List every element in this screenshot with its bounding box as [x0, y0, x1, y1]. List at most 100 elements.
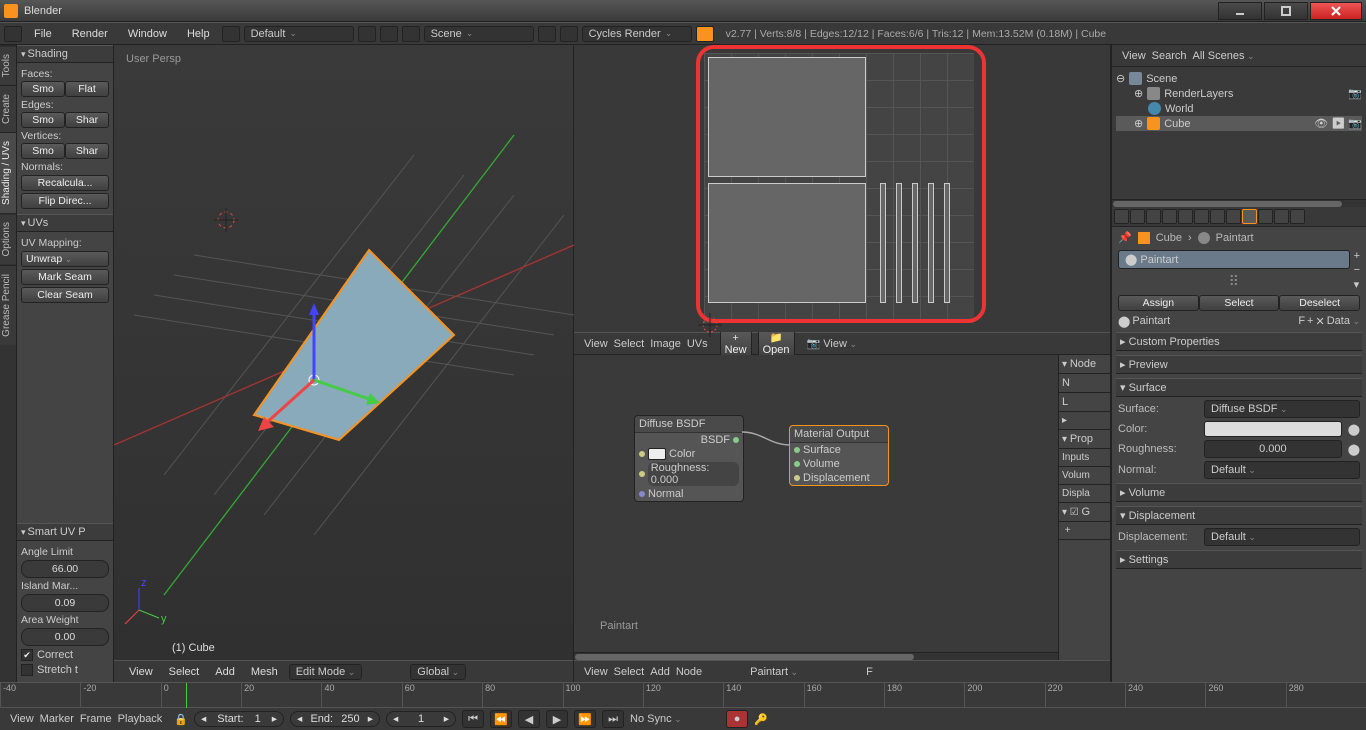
lock-time-icon[interactable]: 🔒 [174, 713, 188, 726]
color-field[interactable] [1204, 421, 1342, 437]
close-button[interactable] [1310, 2, 1362, 20]
area-weight-field[interactable]: 0.00 [21, 628, 109, 646]
assign-button[interactable]: Assign [1118, 295, 1199, 311]
nodepanel-run-header[interactable]: ▸ [1059, 412, 1110, 430]
tl-menu-frame[interactable]: Frame [80, 713, 112, 725]
uv-menu-uvs[interactable]: UVs [687, 338, 708, 350]
vp-menu-add[interactable]: Add [210, 666, 240, 678]
material-slot[interactable]: ⬤ Paintart [1118, 250, 1350, 269]
edges-sharp-button[interactable]: Shar [65, 112, 109, 128]
material-name-field[interactable]: Paintart [1132, 315, 1296, 328]
custom-properties-header[interactable]: ▸ Custom Properties [1116, 332, 1362, 351]
material-browse-icon[interactable]: ⬤ [1118, 315, 1130, 328]
auto-keyframe-icon[interactable]: ● [726, 710, 748, 728]
vp-menu-view[interactable]: View [124, 666, 158, 678]
screen-browse-icon[interactable] [222, 26, 240, 42]
play-reverse-icon[interactable]: ◀ [518, 710, 540, 728]
outliner-tree[interactable]: ⊖Scene ⊕RenderLayers📷 World ⊕Cube👁 ▶ 📷 [1112, 67, 1366, 199]
slot-specials-icon[interactable]: ▾ [1354, 278, 1360, 291]
uv-area[interactable] [574, 45, 1110, 332]
new-image-button[interactable]: + New [720, 330, 752, 358]
fake-user-f-button[interactable]: F [866, 666, 873, 678]
slot-add-icon[interactable]: + [1354, 250, 1360, 262]
material-unlink-icon[interactable]: ✕ [1315, 315, 1324, 328]
outliner-display-dropdown[interactable]: All Scenes [1193, 50, 1362, 62]
link-dropdown[interactable]: Data [1327, 315, 1360, 328]
out-menu-search[interactable]: Search [1152, 50, 1187, 62]
ne-menu-node[interactable]: Node [676, 666, 702, 678]
tl-menu-playback[interactable]: Playback [118, 713, 163, 725]
island-margin-field[interactable]: 0.09 [21, 594, 109, 612]
scene-browse-icon[interactable] [402, 26, 420, 42]
volume-header[interactable]: ▸ Volume [1116, 483, 1362, 502]
vtab-tools[interactable]: Tools [0, 45, 16, 85]
socket-icon[interactable] [794, 461, 800, 467]
out-menu-view[interactable]: View [1122, 50, 1146, 62]
displacement-header[interactable]: ▾ Displacement [1116, 506, 1362, 525]
prop-tab-texture-icon[interactable] [1258, 209, 1273, 224]
select-button[interactable]: Select [1199, 295, 1280, 311]
prop-tab-modifiers-icon[interactable] [1210, 209, 1225, 224]
mark-seam-button[interactable]: Mark Seam [21, 269, 109, 285]
tl-menu-marker[interactable]: Marker [40, 713, 74, 725]
menu-file[interactable]: File [26, 28, 60, 40]
uv-menu-select[interactable]: Select [614, 338, 645, 350]
node-diffuse-bsdf[interactable]: Diffuse BSDF BSDF Color Roughness: 0.000… [634, 415, 744, 502]
jump-end-icon[interactable]: ⏭ [602, 710, 624, 728]
jump-next-keyframe-icon[interactable]: ⏩ [574, 710, 596, 728]
angle-limit-field[interactable]: 66.00 [21, 560, 109, 578]
tree-row-renderlayers[interactable]: ⊕RenderLayers📷 [1116, 86, 1362, 101]
displacement-dropdown[interactable]: Default [1204, 528, 1360, 546]
nodepanel-gp-header[interactable]: ▾ ☑ G [1059, 503, 1110, 522]
menu-window[interactable]: Window [120, 28, 175, 40]
tl-menu-view[interactable]: View [10, 713, 34, 725]
node-material-output[interactable]: Material Output Surface Volume Displacem… [789, 425, 889, 486]
start-frame-field[interactable]: ◂ Start: 1 ▸ [194, 711, 284, 727]
slot-remove-icon[interactable]: − [1354, 264, 1360, 276]
prop-tab-particles-icon[interactable] [1274, 209, 1289, 224]
faces-smooth-button[interactable]: Smo [21, 81, 65, 97]
transform-orientation-dropdown[interactable]: Global [410, 664, 466, 680]
vp-menu-select[interactable]: Select [164, 666, 205, 678]
material-dropdown[interactable]: Paintart [750, 666, 860, 678]
prop-tab-render-icon[interactable] [1114, 209, 1129, 224]
vtab-create[interactable]: Create [0, 85, 16, 132]
tree-row-cube[interactable]: ⊕Cube👁 ▶ 📷 [1116, 116, 1362, 131]
correct-checkbox[interactable]: Correct [21, 649, 109, 661]
shading-panel-header[interactable]: ▾Shading [17, 45, 113, 63]
screen-add-icon[interactable] [358, 26, 376, 42]
uv-menu-view[interactable]: View [584, 338, 608, 350]
mode-dropdown[interactable]: Edit Mode [289, 664, 363, 680]
surface-dropdown[interactable]: Diffuse BSDF [1204, 400, 1360, 418]
ne-menu-select[interactable]: Select [614, 666, 645, 678]
screen-layout-dropdown[interactable]: Default [244, 26, 354, 42]
socket-icon[interactable] [639, 451, 645, 457]
pin-icon[interactable]: 📌 [1118, 231, 1132, 244]
uv-draw-type-dropdown[interactable]: 📷 View [807, 337, 857, 350]
tree-row-scene[interactable]: ⊖Scene [1116, 71, 1362, 86]
edges-smooth-button[interactable]: Smo [21, 112, 65, 128]
timeline-ruler[interactable]: -40-200204060801001201401601802002202402… [0, 682, 1366, 707]
vtab-options[interactable]: Options [0, 213, 16, 264]
scene-dropdown[interactable]: Scene [424, 26, 534, 42]
roughness-node-icon[interactable]: ⬤ [1348, 443, 1360, 456]
vp-menu-mesh[interactable]: Mesh [246, 666, 283, 678]
screen-delete-icon[interactable] [380, 26, 398, 42]
prop-tab-material-icon[interactable] [1242, 209, 1257, 224]
roughness-field[interactable]: 0.000 [1204, 440, 1342, 458]
jump-start-icon[interactable]: ⏮ [462, 710, 484, 728]
preview-header[interactable]: ▸ Preview [1116, 355, 1362, 374]
verts-smooth-button[interactable]: Smo [21, 143, 65, 159]
faces-flat-button[interactable]: Flat [65, 81, 109, 97]
socket-icon[interactable] [794, 447, 800, 453]
scene-delete-icon[interactable] [560, 26, 578, 42]
verts-sharp-button[interactable]: Shar [65, 143, 109, 159]
deselect-button[interactable]: Deselect [1279, 295, 1360, 311]
clear-seam-button[interactable]: Clear Seam [21, 287, 109, 303]
keying-set-icon[interactable]: 🔑 [754, 713, 768, 726]
prop-tab-physics-icon[interactable] [1290, 209, 1305, 224]
end-frame-field[interactable]: ◂ End: 250 ▸ [290, 711, 380, 727]
uv-menu-image[interactable]: Image [650, 338, 681, 350]
uvs-panel-header[interactable]: ▾UVs [17, 214, 113, 232]
play-icon[interactable]: ▶ [546, 710, 568, 728]
